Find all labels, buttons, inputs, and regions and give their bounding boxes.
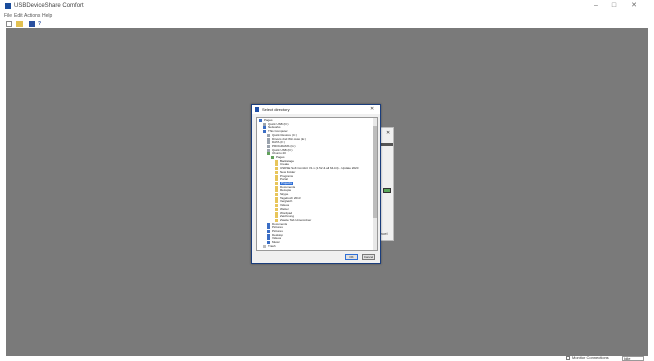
save-icon[interactable] xyxy=(29,21,35,27)
dialog-app-icon xyxy=(255,107,259,112)
tree-item-label: Trash xyxy=(268,243,276,248)
dialog-title-bar: Select directory ✕ xyxy=(252,105,380,114)
tree-item[interactable]: USDSE Soft Comfort V1.x (1.52 & all 64-b… xyxy=(257,167,373,171)
status-field: Idle xyxy=(622,356,644,361)
folder-icon xyxy=(259,119,262,122)
select-directory-dialog: Select directory ✕ Pages Quick USB (D:) Ne… xyxy=(251,104,381,264)
folder-icon xyxy=(267,133,270,137)
folder-icon xyxy=(275,204,278,208)
tree-item[interactable]: Wetter xyxy=(257,207,373,211)
folder-icon xyxy=(275,163,278,167)
folder-icon xyxy=(275,207,278,211)
folder-icon xyxy=(267,137,270,141)
toolbar: ? xyxy=(0,20,654,28)
menu-file[interactable]: File xyxy=(4,12,12,20)
folder-icon xyxy=(275,189,278,193)
folder-icon xyxy=(275,215,278,219)
folder-icon xyxy=(275,167,278,171)
tree-item[interactable]: Vergleich xyxy=(257,200,373,204)
folder-icon xyxy=(267,230,270,233)
tree-item[interactable]: Pages xyxy=(257,156,373,159)
help-icon[interactable]: ? xyxy=(38,21,45,27)
tree-item[interactable]: Rezepte xyxy=(257,189,373,193)
folder-icon xyxy=(267,237,270,241)
folder-icon xyxy=(275,170,278,174)
tree-item[interactable]: Ubuntu 20 xyxy=(257,152,373,156)
folder-icon xyxy=(267,222,270,226)
folder-icon xyxy=(267,144,270,148)
folder-icon xyxy=(275,181,278,185)
directory-tree: Pages Quick USB (D:) Networks This Computer… xyxy=(256,117,378,251)
new-file-icon[interactable] xyxy=(6,21,12,27)
dialog-close-icon[interactable]: ✕ xyxy=(370,105,374,114)
minimize-button[interactable]: – xyxy=(588,1,604,11)
scrollbar-thumb[interactable] xyxy=(373,126,377,218)
app-logo-icon xyxy=(5,3,11,9)
menu-help[interactable]: Help xyxy=(42,12,52,20)
folder-icon xyxy=(263,130,266,134)
tree-item[interactable]: Documents xyxy=(257,185,373,189)
tree-item[interactable]: Wordpad xyxy=(257,211,373,215)
close-window-button[interactable]: ✕ xyxy=(626,1,642,11)
menu-actions[interactable]: Actions xyxy=(24,12,40,20)
menu-bar: File Edit Actions Help xyxy=(0,12,654,20)
maximize-button[interactable]: □ xyxy=(606,1,622,11)
folder-icon xyxy=(263,122,266,126)
tree-item[interactable]: Projects xyxy=(257,181,373,185)
background-dialog-close-icon[interactable]: ✕ xyxy=(386,130,390,136)
folder-icon xyxy=(271,156,274,159)
tree-item[interactable]: Zeichnung xyxy=(257,215,373,219)
folder-icon xyxy=(275,211,278,215)
tree-item[interactable]: Trash xyxy=(257,243,373,248)
folder-icon xyxy=(267,141,270,145)
folder-icon xyxy=(263,126,266,130)
folder-icon xyxy=(275,178,278,182)
folder-icon xyxy=(275,159,278,163)
tree-item[interactable]: New Folder xyxy=(257,170,373,174)
tree-scrollbar[interactable] xyxy=(373,118,377,250)
tree-item[interactable]: Backstage xyxy=(257,159,373,163)
folder-icon xyxy=(267,148,270,152)
folder-icon xyxy=(275,200,278,204)
folder-icon xyxy=(263,244,266,248)
open-folder-icon[interactable] xyxy=(16,21,23,27)
ok-button[interactable]: OK xyxy=(345,254,358,260)
tree-item[interactable]: Programs xyxy=(257,174,373,178)
folder-icon xyxy=(275,196,278,200)
add-icon[interactable] xyxy=(383,188,391,193)
cancel-button[interactable]: Cancel xyxy=(362,254,375,260)
window-title: USBDeviceShare Comfort xyxy=(14,3,84,9)
monitor-checkbox-label: Monitor Connections xyxy=(572,355,609,360)
menu-edit[interactable]: Edit xyxy=(14,12,23,20)
tree-item[interactable]: Videos xyxy=(257,204,373,208)
folder-icon xyxy=(267,233,270,237)
folder-icon xyxy=(275,193,278,196)
tree-item[interactable]: Skype xyxy=(257,193,373,196)
folder-icon xyxy=(267,152,270,156)
folder-icon xyxy=(275,174,278,178)
title-bar: USBDeviceShare Comfort – □ ✕ xyxy=(0,0,654,12)
dialog-title: Select directory xyxy=(262,107,290,112)
monitor-checkbox[interactable] xyxy=(566,356,570,360)
tree-item[interactable]: Portal xyxy=(257,178,373,182)
status-bar: Monitor Connections Idle xyxy=(0,355,654,361)
folder-icon xyxy=(275,185,278,189)
tree-item[interactable]: Tagebuch 2013 xyxy=(257,196,373,200)
folder-icon xyxy=(267,226,270,230)
